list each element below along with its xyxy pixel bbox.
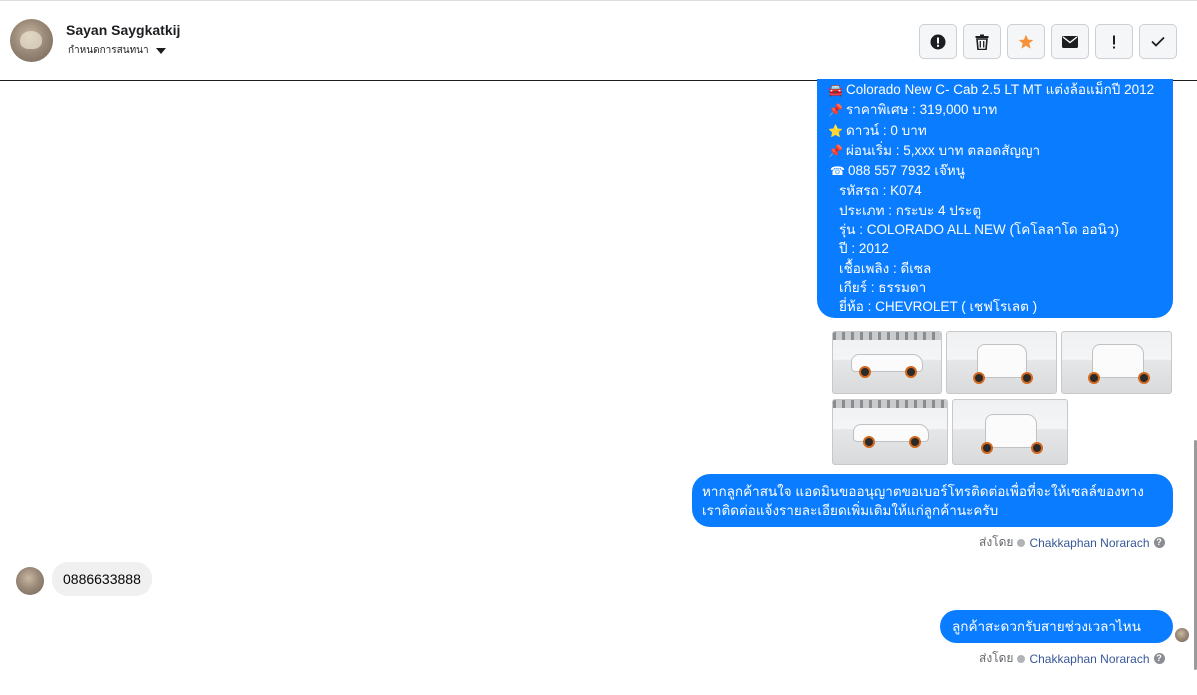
conversation-schedule-dropdown[interactable]: กำหนดการสนทนา	[68, 43, 166, 58]
admin-message-text: หากลูกค้าสนใจ แอดมินขออนุญาตขอเบอร์โทรติ…	[702, 484, 1144, 519]
conversation-toolbar	[919, 24, 1177, 59]
sent-by-label: ส่งโดย	[979, 535, 1014, 549]
exclamation-icon	[1113, 35, 1115, 48]
listing-line: 📌 ราคาพิเศษ : 319,000 บาท	[828, 100, 1163, 120]
listing-price: ราคาพิเศษ : 319,000 บาท	[846, 102, 998, 118]
listing-line: 📌 ผ่อนเริ่ม : 5,xxx บาท ตลอดสัญญา	[828, 141, 1163, 161]
conversation-schedule-label: กำหนดการสนทนา	[68, 45, 149, 56]
listing-fuel: เชื้อเพลิง : ดีเซล	[839, 260, 932, 276]
listing-title: Colorado New C- Cab 2.5 LT MT แต่งล้อแม็…	[846, 82, 1155, 97]
customer-message[interactable]: 0886633888	[52, 562, 152, 596]
listing-line: ☎ 088 557 7932 เจ๊หนู	[828, 161, 1163, 181]
delete-button[interactable]	[963, 24, 1001, 59]
listing-phone: 088 557 7932 เจ๊หนู	[848, 163, 965, 179]
caret-down-icon	[155, 47, 166, 54]
listing-line: รหัสรถ : K074	[828, 181, 1163, 200]
sent-by-info: ส่งโดย Chakkaphan Norarach ?	[979, 649, 1165, 668]
important-button[interactable]	[1095, 24, 1133, 59]
car-listing-message[interactable]: 🚘 Colorado New C- Cab 2.5 LT MT แต่งล้อแม…	[817, 79, 1173, 318]
listing-gear: เกียร์ : ธรรมดา	[839, 279, 927, 295]
contact-avatar[interactable]	[10, 19, 53, 62]
listing-down-payment: ดาวน์ : 0 บาท	[846, 122, 927, 138]
mark-spam-button[interactable]	[919, 24, 957, 59]
pushpin-icon: 📌	[828, 143, 843, 158]
customer-avatar[interactable]	[16, 567, 44, 595]
conversation-header: Sayan Saygkatkij กำหนดการสนทนา	[0, 0, 1197, 81]
listing-model: รุ่น : COLORADO ALL NEW (โคโลลาโด ออนิว)	[839, 222, 1119, 238]
star-button[interactable]	[1007, 24, 1045, 59]
car-photo-side[interactable]	[832, 331, 942, 394]
sent-by-info: ส่งโดย Chakkaphan Norarach ?	[979, 533, 1165, 552]
listing-line: เชื้อเพลิง : ดีเซล	[828, 259, 1163, 278]
listing-line: ยี่ห้อ : CHEVROLET ( เชฟโรเลต )	[828, 297, 1163, 316]
agent-question-message[interactable]: ลูกค้าสะดวกรับสายช่วงเวลาไหนครับ	[940, 610, 1173, 667]
listing-type: ประเภท : กระบะ 4 ประตู	[839, 202, 982, 218]
star-icon	[1018, 34, 1034, 49]
car-photo-side-2[interactable]	[832, 399, 948, 465]
car-photo-rear[interactable]	[952, 399, 1068, 465]
help-icon[interactable]: ?	[1153, 653, 1165, 664]
car-icon: 🚘	[828, 83, 843, 97]
car-photo-front[interactable]	[946, 331, 1057, 394]
alert-circle-icon	[930, 34, 946, 49]
listing-line: เกียร์ : ธรรมดา	[828, 278, 1163, 297]
listing-line: ประเภท : กระบะ 4 ประตู	[828, 201, 1163, 220]
listing-code: รหัสรถ : K074	[839, 183, 922, 199]
check-icon	[1151, 36, 1165, 47]
star-icon: ⭐	[828, 123, 843, 138]
pushpin-icon: 📌	[828, 103, 843, 118]
agent-name-link[interactable]: Chakkaphan Norarach	[1029, 536, 1149, 550]
listing-installment: ผ่อนเริ่ม : 5,xxx บาท ตลอดสัญญา	[846, 142, 1041, 158]
car-photo-front-angle[interactable]	[1061, 331, 1172, 394]
telephone-icon: ☎	[830, 164, 845, 179]
listing-brand: ยี่ห้อ : CHEVROLET ( เชฟโรเลต )	[839, 299, 1038, 315]
contact-name[interactable]: Sayan Saygkatkij	[66, 22, 180, 38]
verified-icon	[1017, 538, 1026, 547]
listing-line: 🚘 Colorado New C- Cab 2.5 LT MT แต่งล้อแม…	[828, 80, 1163, 100]
listing-line: ปี : 2012	[828, 239, 1163, 258]
trash-icon	[975, 34, 989, 50]
customer-message-text: 0886633888	[63, 571, 141, 587]
listing-line: ⭐ ดาวน์ : 0 บาท	[828, 121, 1163, 141]
listing-line: รุ่น : COLORADO ALL NEW (โคโลลาโด ออนิว)	[828, 220, 1163, 239]
admin-message[interactable]: หากลูกค้าสนใจ แอดมินขออนุญาตขอเบอร์โทรติ…	[692, 474, 1173, 527]
agent-name-link[interactable]: Chakkaphan Norarach	[1029, 652, 1149, 666]
verified-icon	[1017, 654, 1026, 663]
mark-unread-button[interactable]	[1051, 24, 1089, 59]
done-button[interactable]	[1139, 24, 1177, 59]
read-receipt-avatar	[1175, 628, 1189, 642]
envelope-icon	[1062, 35, 1078, 48]
help-icon[interactable]: ?	[1153, 537, 1165, 548]
sent-by-label: ส่งโดย	[979, 651, 1014, 665]
listing-year: ปี : 2012	[839, 241, 889, 257]
